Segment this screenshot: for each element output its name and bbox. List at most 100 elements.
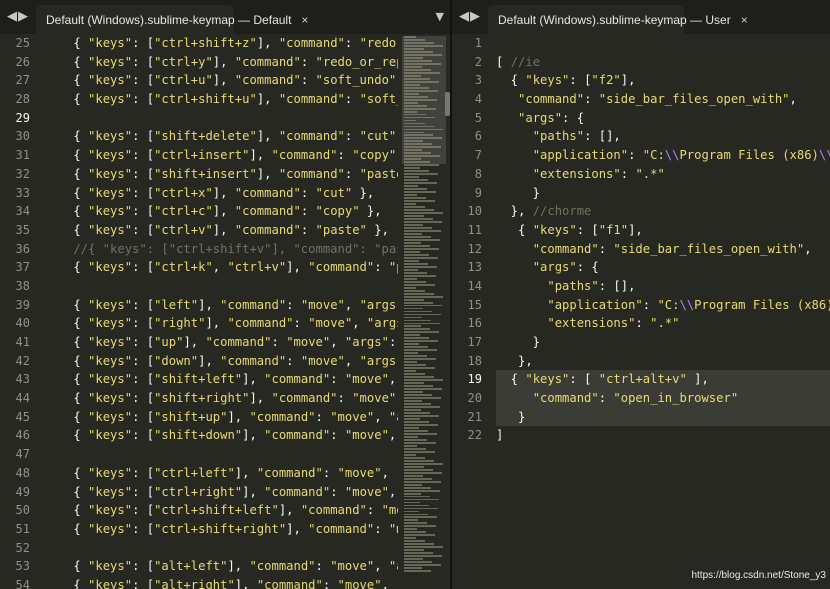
line-number: 20 [467,391,482,406]
code-line[interactable]: { "keys": ["shift+up"], "command": "move… [44,408,398,427]
code-line[interactable]: ] [496,426,830,445]
code-line[interactable] [44,445,398,464]
code-line[interactable]: [ //ie [496,53,830,72]
code-line[interactable]: { "keys": ["down"], "command": "move", "… [44,352,398,371]
code-line[interactable]: { "keys": ["ctrl+shift+right"], "command… [44,520,398,539]
code-line[interactable]: { "keys": ["shift+right"], "command": "m… [44,389,398,408]
minimap-line [404,256,438,259]
code-line[interactable]: } [496,407,830,427]
code-line[interactable]: { "keys": ["ctrl+right"], "command": "mo… [44,483,398,502]
line-number: 32 [15,166,30,181]
close-icon[interactable]: × [291,13,308,27]
minimap-line [404,265,437,268]
minimap-line [404,176,419,179]
minimap-line [404,191,436,194]
minimap-line [404,247,439,250]
code-line[interactable]: { "keys": ["shift+insert"], "command": "… [44,165,398,184]
tab-list-dropdown-icon[interactable]: ▼ [436,10,444,23]
minimap-line [404,498,439,501]
minimap[interactable] [402,36,446,589]
minimap-line [404,197,426,200]
line-number: 18 [467,353,482,368]
code-line[interactable]: { "keys": ["ctrl+left"], "command": "mov… [44,464,398,483]
code-line[interactable]: "command": "open_in_browser" [496,389,830,408]
minimap-line [404,47,424,50]
line-number: 15 [467,297,482,312]
tab-default-keymap[interactable]: Default (Windows).sublime-keymap — Defau… [36,5,308,34]
minimap-line [404,504,429,507]
code-line[interactable] [44,539,398,558]
line-number: 40 [15,316,30,331]
code-line[interactable]: "args": { [496,109,830,128]
code-line[interactable]: { "keys": [ "ctrl+alt+v" ], [496,370,830,390]
line-number: 41 [15,335,30,349]
minimap-line [404,62,441,65]
code-line[interactable]: { "keys": ["ctrl+x"], "command": "cut" }… [44,184,398,203]
tab-user-keymap[interactable]: Default (Windows).sublime-keymap — User … [488,5,748,34]
code-line[interactable]: { "keys": ["ctrl+insert"], "command": "c… [44,146,398,165]
code-line[interactable]: "application": "C:\\Program Files (x86)\… [496,296,830,315]
right-tab-bar: ◀▶ Default (Windows).sublime-keymap — Us… [452,0,830,34]
code-line[interactable] [44,109,398,128]
code-line[interactable] [496,34,830,53]
code-line[interactable]: }, //chorme [496,202,830,221]
code-line[interactable]: "args": { [496,258,830,277]
code-area[interactable]: { "keys": ["ctrl+shift+z"], "command": "… [44,34,398,589]
code-line[interactable]: } [496,184,830,203]
code-line[interactable]: { "keys": ["left"], "command": "move", "… [44,296,398,315]
code-line[interactable]: { "keys": ["f2"], [496,71,830,90]
minimap-line [404,268,418,271]
line-number: 35 [15,222,30,237]
code-line[interactable]: }, [496,352,830,371]
code-line[interactable]: { "keys": ["ctrl+c"], "command": "copy" … [44,202,398,221]
minimap-line [404,295,443,298]
minimap-line [404,277,417,280]
code-line[interactable] [44,277,398,296]
minimap-line [404,161,430,164]
code-line[interactable]: { "keys": ["ctrl+shift+z"], "command": "… [44,34,398,53]
line-number: 1 [474,36,482,50]
tab-scroll-arrows[interactable]: ◀▶ [7,9,29,24]
code-area[interactable]: [ //ie { "keys": ["f2"], "command": "sid… [496,34,830,445]
code-line[interactable]: { "keys": ["up"], "command": "move", "ar… [44,333,398,352]
code-line[interactable]: "application": "C:\\Program Files (x86)\… [496,146,830,165]
minimap-line [404,170,429,173]
code-line[interactable]: { "keys": ["ctrl+v"], "command": "paste"… [44,221,398,240]
line-number: 5 [474,110,482,125]
code-line[interactable]: "extensions": ".*" [496,165,830,184]
code-line[interactable]: { "keys": ["shift+delete"], "command": "… [44,127,398,146]
code-line[interactable]: { "keys": ["ctrl+shift+left"], "command"… [44,501,398,520]
code-line[interactable]: { "keys": ["ctrl+u"], "command": "soft_u… [44,71,398,90]
code-line[interactable]: "paths": [], [496,277,830,296]
code-line[interactable]: "paths": [], [496,127,830,146]
code-line[interactable]: //{ "keys": ["ctrl+shift+v"], "command":… [44,240,398,259]
line-number: 43 [15,372,30,387]
minimap-line [404,206,425,208]
code-line[interactable]: { "keys": ["ctrl+shift+u"], "command": "… [44,90,398,109]
minimap-line [404,173,438,176]
code-line[interactable]: { "keys": ["f1"], [496,221,830,240]
line-number: 8 [474,166,482,181]
minimap-line [404,286,416,289]
line-number: 17 [467,335,482,349]
code-line[interactable]: { "keys": ["shift+left"], "command": "mo… [44,370,398,389]
code-line[interactable]: "command": "side_bar_files_open_with", [496,240,830,259]
line-number: 29 [15,110,30,125]
code-line[interactable]: { "keys": ["ctrl+k", "ctrl+v"], "command… [44,258,398,277]
code-line[interactable]: { "keys": ["right"], "command": "move", … [44,314,398,333]
code-editor[interactable]: 25 26 27 28 29 30 31 32 33 34 35 36 37 38 39 40 41 42 43 44… [0,34,450,589]
code-line[interactable]: "command": "side_bar_files_open_with", [496,90,830,109]
code-line[interactable]: { "keys": ["ctrl+y"], "command": "redo_o… [44,53,398,72]
code-line[interactable]: { "keys": ["alt+left"], "command": "move… [44,557,398,576]
right-editor-pane: ◀▶ Default (Windows).sublime-keymap — Us… [452,0,830,589]
close-icon[interactable]: × [731,13,748,27]
minimap-line [404,131,424,134]
minimap-line [404,510,419,513]
code-editor[interactable]: 1 2 3 4 5 6 7 8 9 10 11 12 13 14 15 16 17 18 19 20 21 22 [ //… [452,34,830,589]
code-line[interactable]: { "keys": ["shift+down"], "command": "mo… [44,426,398,445]
minimap-line [404,352,418,355]
code-line[interactable]: } [496,333,830,352]
code-line[interactable]: { "keys": ["alt+right"], "command": "mov… [44,576,398,589]
code-line[interactable]: "extensions": ".*" [496,314,830,333]
tab-scroll-arrows[interactable]: ◀▶ [459,9,481,24]
